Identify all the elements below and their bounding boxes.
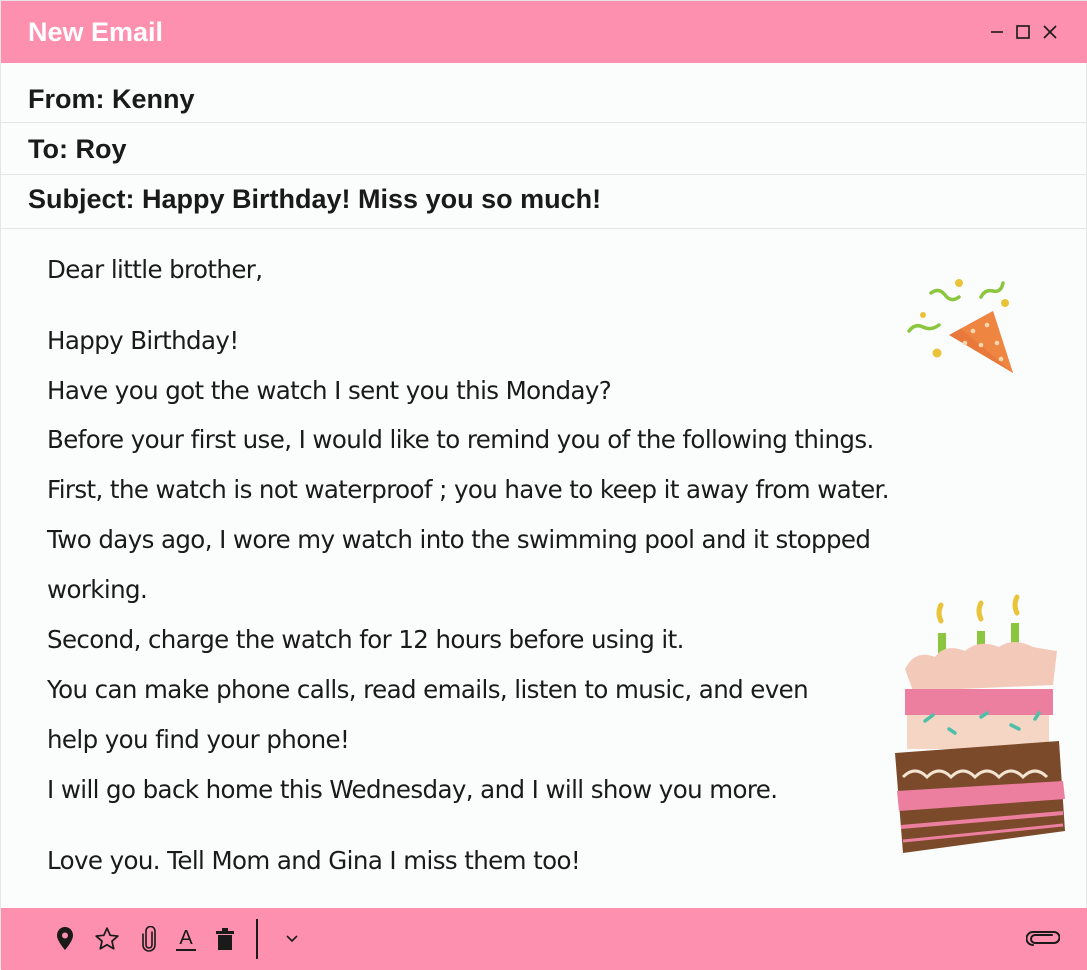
body-line: Two days ago, I wore my watch into the s… [47,525,871,554]
email-compose-window: New Email From: Kenny To: Roy Subject: H… [0,0,1087,970]
to-field[interactable]: To: Roy [1,123,1087,175]
party-popper-icon [907,279,1013,373]
body-line: First, the watch is not waterproof ; you… [47,475,890,504]
close-icon[interactable] [1037,17,1063,47]
body-line: working. [47,575,148,604]
attachment-icon[interactable] [138,924,160,954]
text-format-icon[interactable]: A [173,924,199,954]
body-line: help you find your phone! [47,725,350,754]
body-line: Love you. Tell Mom and Gina I miss them … [47,846,581,875]
body-line: Have you got the watch I sent you this M… [47,376,612,405]
subject-text: Subject: Happy Birthday! Miss you so muc… [28,184,602,214]
from-text: From: Kenny [28,84,195,114]
birthday-cake-icon [895,594,1065,853]
location-pin-icon[interactable] [53,924,77,954]
bottom-toolbar: A [1,908,1087,970]
body-line: Dear little brother, [47,255,263,284]
body-line: Before your first use, I would like to r… [47,425,874,454]
body-line: Happy Birthday! [47,326,239,355]
to-text: To: Roy [28,134,127,164]
minimize-icon[interactable] [984,17,1010,47]
title-bar: New Email [1,1,1087,63]
chevron-down-icon[interactable] [282,924,302,954]
body-line: I will go back home this Wednesday, and … [47,775,778,804]
maximize-icon[interactable] [1010,17,1036,47]
window-title: New Email [28,17,164,47]
subject-field[interactable]: Subject: Happy Birthday! Miss you so muc… [1,175,1087,229]
body-line: You can make phone calls, read emails, l… [47,675,809,704]
paperclip-icon[interactable] [1025,924,1061,954]
svg-text:A: A [179,927,193,949]
from-field[interactable]: From: Kenny [1,63,1087,123]
body-line: Second, charge the watch for 12 hours be… [47,625,684,654]
star-icon[interactable] [93,924,121,954]
trash-icon[interactable] [214,924,236,954]
toolbar-divider [256,919,258,959]
